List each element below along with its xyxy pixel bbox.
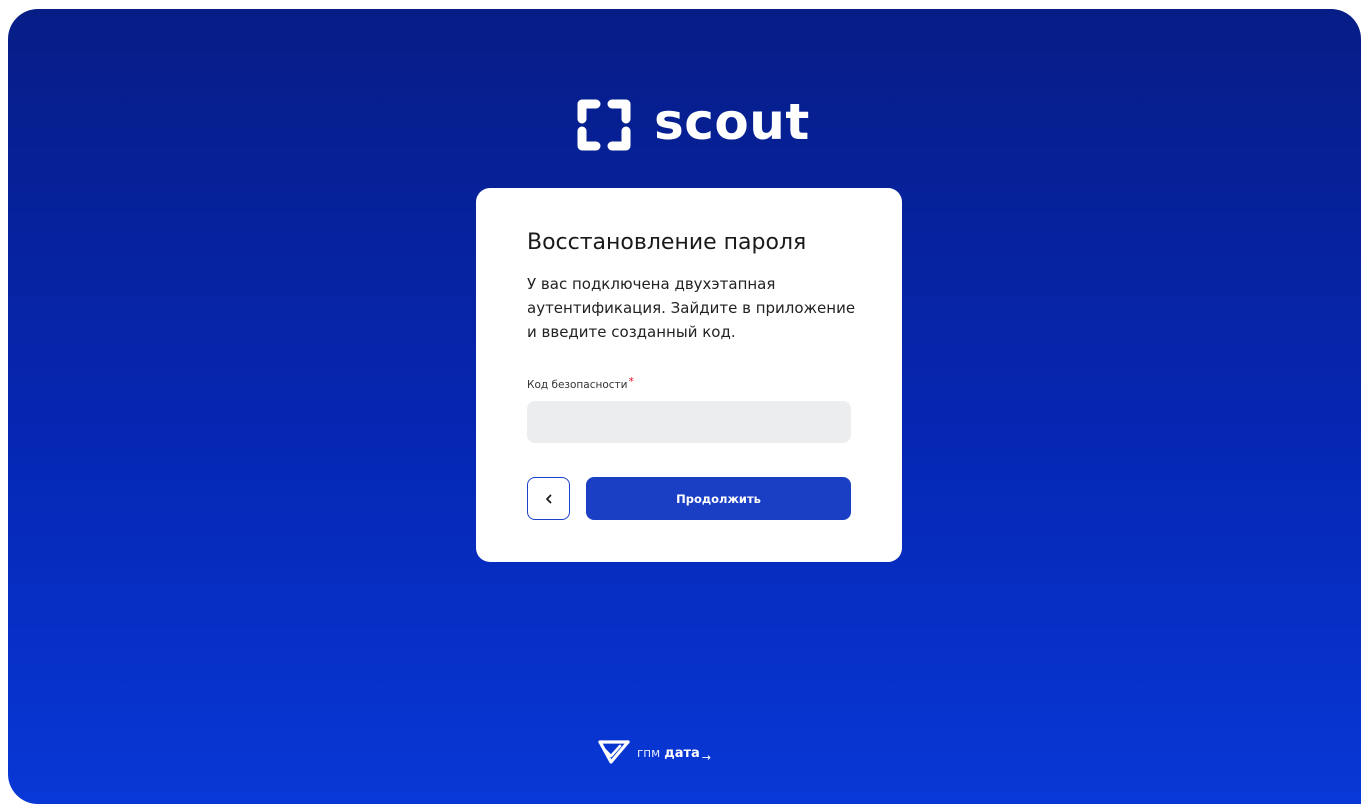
card-description: У вас подключена двухэтапная аутентифика…: [527, 275, 856, 341]
security-code-label-text: Код безопасности: [527, 379, 628, 391]
card-title: Восстановление пароля: [527, 230, 807, 255]
continue-button[interactable]: Продолжить: [586, 477, 851, 520]
gpm-data-logo: гпм дата →: [598, 737, 711, 767]
login-background: scout Восстановление пароля У вас подклю…: [8, 9, 1361, 804]
footer-text-light: гпм: [637, 746, 661, 760]
footer-text-bold: дата: [664, 745, 700, 761]
bracket-frame-icon: [577, 99, 631, 151]
password-recovery-card: Восстановление пароля У вас подключена д…: [476, 188, 902, 562]
security-code-input[interactable]: [527, 401, 851, 443]
back-button[interactable]: [527, 477, 570, 520]
security-code-label: Код безопасности*: [527, 375, 635, 391]
required-mark: *: [628, 375, 635, 388]
arrow-right-icon: →: [701, 750, 712, 764]
brand-name: scout: [654, 93, 810, 151]
triangle-check-icon: [598, 740, 630, 764]
scout-logo: scout: [576, 89, 810, 161]
chevron-left-icon: [545, 494, 551, 503]
